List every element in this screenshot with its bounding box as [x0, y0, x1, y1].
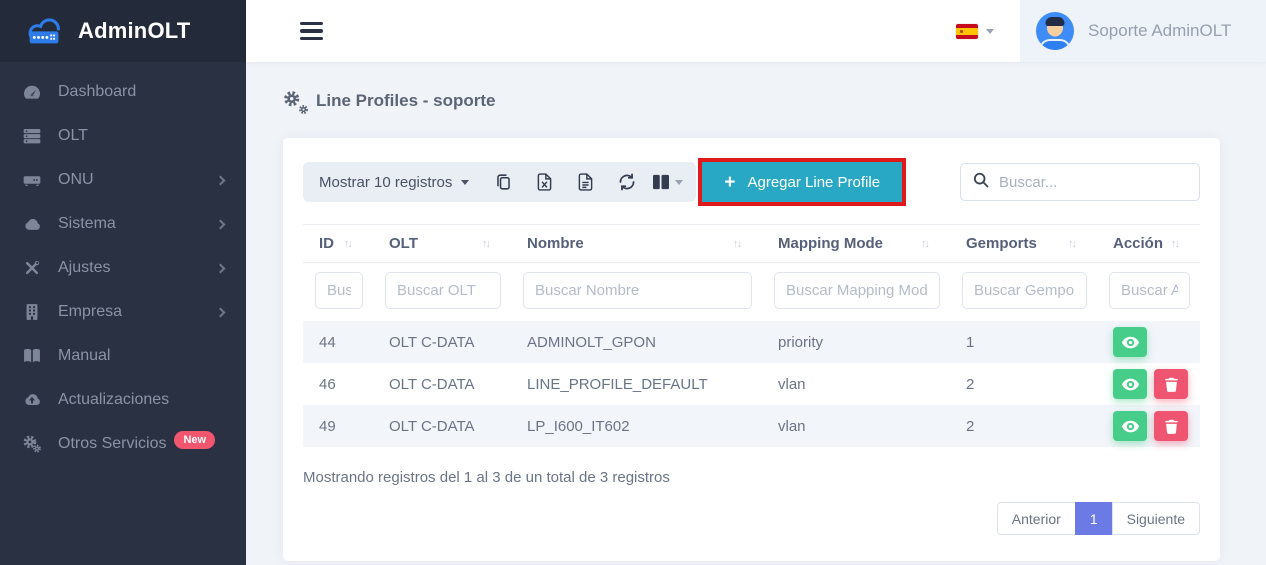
sidebar-item-otros-servicios[interactable]: Otros Servicios New	[0, 422, 246, 466]
page-length-dropdown[interactable]: Mostrar 10 registros	[319, 174, 483, 191]
view-button[interactable]	[1113, 411, 1147, 441]
sort-icon: ↑↓	[1068, 238, 1089, 250]
copy-button[interactable]	[483, 162, 524, 202]
sidebar-item-onu[interactable]: ONU	[0, 158, 246, 202]
caret-down-icon	[461, 180, 469, 185]
sidebar-item-ajustes[interactable]: Ajustes	[0, 246, 246, 290]
user-menu[interactable]: Soporte AdminOLT	[1020, 0, 1266, 62]
tools-strip: Mostrar 10 registros	[303, 162, 696, 202]
spanish-flag-icon	[956, 24, 978, 39]
avatar	[1036, 12, 1074, 50]
device-icon	[20, 170, 44, 190]
menu-toggle-button[interactable]	[300, 22, 323, 41]
pagination-prev-button[interactable]: Anterior	[997, 502, 1076, 535]
column-header-nombre[interactable]: Nombre↑↓	[511, 225, 762, 263]
pagination: Anterior 1 Siguiente	[303, 502, 1200, 535]
new-badge: New	[174, 431, 215, 449]
search-input[interactable]	[999, 174, 1187, 191]
building-icon	[20, 302, 44, 322]
cloud-upload-icon	[20, 390, 44, 410]
topbar: Soporte AdminOLT	[246, 0, 1266, 62]
chevron-right-icon	[216, 263, 226, 273]
sort-icon: ↑↓	[482, 238, 503, 250]
filter-mapping-mode-input[interactable]	[774, 272, 940, 309]
caret-down-icon	[675, 180, 683, 185]
sidebar-item-dashboard[interactable]: Dashboard	[0, 70, 246, 114]
language-dropdown[interactable]	[930, 24, 1020, 39]
table-toolbar: Mostrar 10 registros	[303, 158, 1200, 206]
app-name: AdminOLT	[78, 18, 190, 44]
view-button[interactable]	[1113, 327, 1147, 357]
export-excel-button[interactable]	[524, 162, 565, 202]
line-profiles-card: Mostrar 10 registros	[283, 138, 1220, 561]
sidebar-item-olt[interactable]: OLT	[0, 114, 246, 158]
filter-nombre-input[interactable]	[523, 272, 752, 309]
chevron-right-icon	[216, 219, 226, 229]
sidebar-item-actualizaciones[interactable]: Actualizaciones	[0, 378, 246, 422]
filter-row	[303, 263, 1200, 322]
pagination-next-button[interactable]: Siguiente	[1112, 502, 1200, 535]
tools-icon	[20, 258, 44, 278]
table-row: 44 OLT C-DATA ADMINOLT_GPON priority 1	[303, 321, 1200, 363]
delete-button[interactable]	[1154, 369, 1188, 399]
sidebar: AdminOLT Dashboard OLT ONU Sistema	[0, 0, 246, 565]
content-area: Line Profiles - soporte Mostrar 10 regis…	[246, 62, 1266, 565]
column-header-olt[interactable]: OLT↑↓	[373, 225, 511, 263]
filter-accion-input[interactable]	[1109, 272, 1190, 309]
add-line-profile-button[interactable]: + Agregar Line Profile	[702, 162, 902, 202]
chevron-right-icon	[216, 307, 226, 317]
cloud-icon	[20, 214, 44, 234]
sidebar-item-manual[interactable]: Manual	[0, 334, 246, 378]
app-logo[interactable]: AdminOLT	[0, 0, 246, 62]
server-stack-icon	[20, 126, 44, 146]
refresh-button[interactable]	[606, 162, 647, 202]
sidebar-item-empresa[interactable]: Empresa	[0, 290, 246, 334]
sidebar-item-sistema[interactable]: Sistema	[0, 202, 246, 246]
global-search	[960, 163, 1200, 201]
chevron-right-icon	[216, 175, 226, 185]
column-header-id[interactable]: ID↑↓	[303, 225, 373, 263]
sort-icon: ↑↓	[921, 238, 942, 250]
column-header-mapping-mode[interactable]: Mapping Mode↑↓	[762, 225, 950, 263]
search-icon	[973, 172, 989, 193]
view-button[interactable]	[1113, 369, 1147, 399]
gears-icon	[20, 434, 44, 454]
cloud-switch-logo-icon	[22, 11, 68, 52]
sidebar-nav: Dashboard OLT ONU Sistema Ajus	[0, 62, 246, 466]
plus-icon: +	[724, 173, 735, 192]
export-file-button[interactable]	[565, 162, 606, 202]
sort-icon: ↑↓	[733, 238, 754, 250]
line-profiles-table: ID↑↓ OLT↑↓ Nombre↑↓ Mapping Mode↑↓ Gempo…	[303, 224, 1200, 447]
cogs-icon	[283, 90, 307, 112]
book-icon	[20, 346, 44, 366]
filter-olt-input[interactable]	[385, 272, 501, 309]
table-row: 46 OLT C-DATA LINE_PROFILE_DEFAULT vlan …	[303, 363, 1200, 405]
caret-down-icon	[986, 29, 994, 34]
table-row: 49 OLT C-DATA LP_I600_IT602 vlan 2	[303, 405, 1200, 447]
sort-icon: ↑↓	[344, 238, 365, 250]
filter-gemports-input[interactable]	[962, 272, 1087, 309]
pagination-page-1-button[interactable]: 1	[1075, 502, 1113, 535]
red-highlight-box: + Agregar Line Profile	[698, 158, 906, 206]
column-header-gemports[interactable]: Gemports↑↓	[950, 225, 1097, 263]
records-summary: Mostrando registros del 1 al 3 de un tot…	[303, 469, 1200, 486]
column-header-accion[interactable]: Acción↑↓	[1097, 225, 1200, 263]
filter-id-input[interactable]	[315, 272, 363, 309]
column-visibility-button[interactable]	[647, 162, 688, 202]
user-name: Soporte AdminOLT	[1088, 21, 1231, 41]
sort-icon: ↑↓	[1171, 238, 1192, 250]
page-title: Line Profiles - soporte	[283, 90, 1220, 112]
dashboard-icon	[20, 82, 44, 102]
delete-button[interactable]	[1154, 411, 1188, 441]
